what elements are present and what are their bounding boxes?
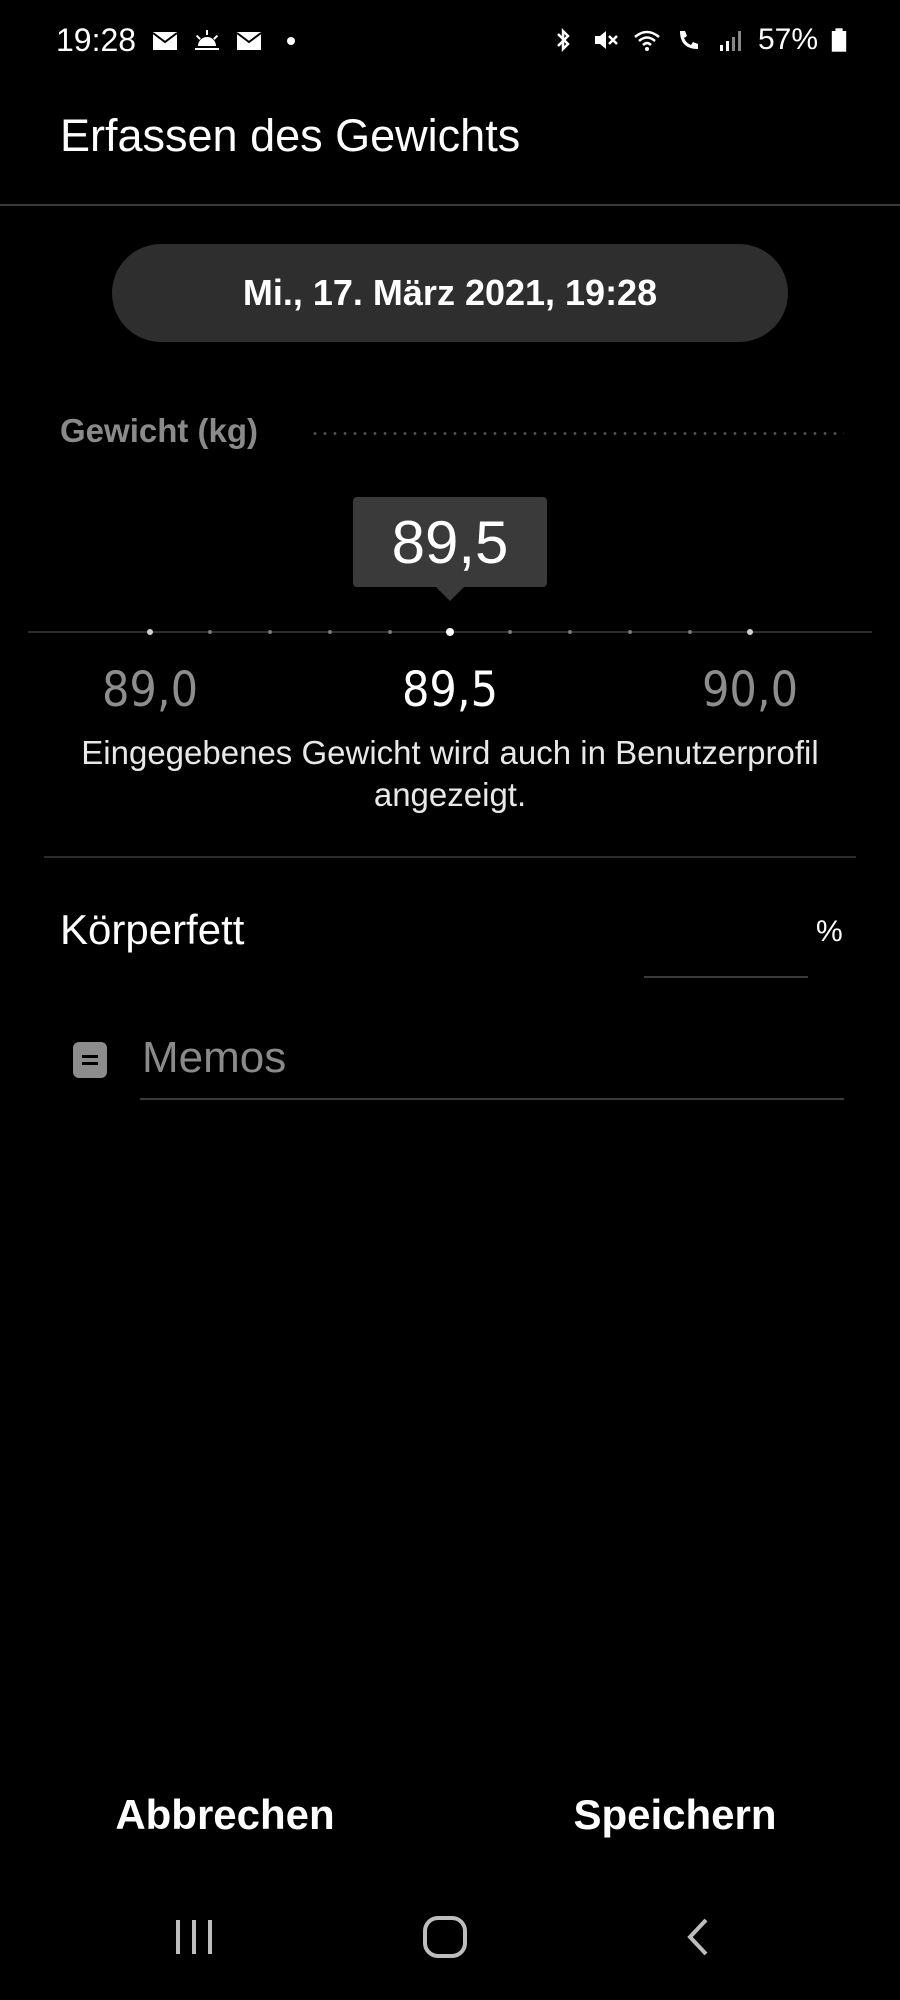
bluetooth-icon: [557, 27, 570, 53]
ruler-label: 89,0: [101, 662, 199, 718]
header-divider: [0, 204, 900, 206]
bubble-pointer: [436, 587, 464, 601]
ruler-label-selected: 89,5: [401, 662, 499, 718]
date-time-selector[interactable]: Mi., 17. März 2021, 19:28: [112, 244, 788, 342]
cancel-button[interactable]: Abbrechen: [90, 1780, 360, 1850]
memo-icon: [73, 1042, 107, 1078]
weight-value-bubble: 89,5: [353, 497, 547, 587]
memo-input[interactable]: [140, 1018, 844, 1100]
page-title: Erfassen des Gewichts: [60, 110, 521, 161]
battery-percentage: 57%: [757, 23, 818, 56]
battery-icon: [831, 28, 847, 52]
mail-icon: [152, 32, 178, 50]
dotted-divider: [310, 432, 844, 435]
mute-icon: [594, 31, 618, 49]
status-time: 19:28: [56, 22, 137, 58]
weight-info-text: Eingegebenes Gewicht wird auch in Benutz…: [81, 734, 819, 813]
ruler-label: 90,0: [701, 662, 799, 718]
wifi-icon: [634, 30, 660, 51]
signal-icon: [719, 31, 741, 51]
wifi-call-icon: [679, 31, 698, 49]
dot-icon: [287, 37, 295, 45]
home-icon[interactable]: [420, 1912, 470, 1962]
weight-label: Gewicht (kg): [60, 412, 259, 449]
section-divider: [44, 856, 856, 858]
weight-ruler[interactable]: [0, 620, 900, 650]
weather-icon: [195, 30, 219, 50]
back-icon[interactable]: [678, 1912, 718, 1962]
save-button[interactable]: Speichern: [545, 1780, 805, 1850]
status-bar: 19:28 57%: [0, 0, 900, 80]
status-system-icons: 57%: [548, 22, 848, 58]
body-fat-label: Körperfett: [60, 906, 245, 953]
recents-icon[interactable]: [170, 1912, 220, 1962]
mail-icon: [236, 32, 262, 50]
status-notification-icons: [150, 26, 306, 56]
body-fat-input[interactable]: [644, 900, 808, 978]
body-fat-unit: %: [816, 915, 843, 948]
